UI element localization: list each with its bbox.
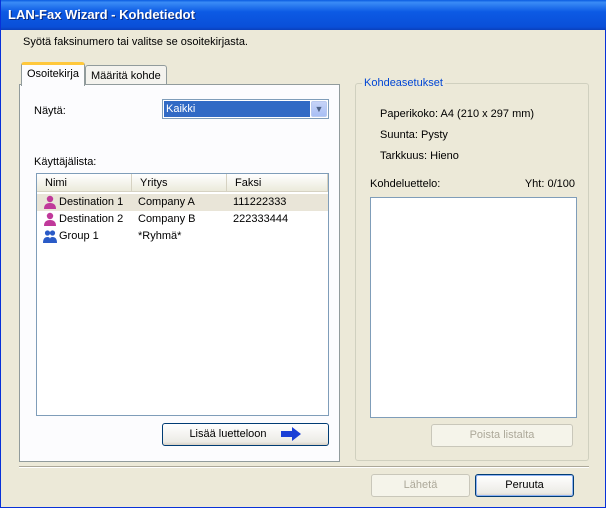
user-icon (44, 212, 56, 226)
destination-list-label: Kohdeluettelo: (370, 178, 441, 190)
user-icon (44, 195, 56, 209)
window-title: LAN-Fax Wizard - Kohdetiedot (8, 7, 195, 22)
tab-addressbook[interactable]: Osoitekirja (21, 62, 85, 86)
tab-define-destination[interactable]: Määritä kohde (85, 65, 167, 85)
chevron-down-icon[interactable]: ▼ (311, 101, 327, 117)
column-header-fax[interactable]: Faksi (227, 174, 328, 192)
row-name: Group 1 (59, 230, 99, 242)
destination-total: Yht: 0/100 (524, 178, 575, 190)
wizard-window: LAN-Fax Wizard - Kohdetiedot Syötä faksi… (0, 0, 606, 508)
paper-size-text: Paperikoko: A4 (210 x 297 mm) (380, 108, 535, 120)
add-to-list-button[interactable]: Lisää luetteloon (162, 423, 329, 446)
instruction-text: Syötä faksinumero tai valitse se osoitek… (23, 36, 248, 48)
add-to-list-button-label: Lisää luetteloon (189, 428, 267, 440)
column-header-company-label: Yritys (140, 177, 168, 189)
row-company: *Ryhmä* (138, 230, 182, 242)
user-list[interactable]: Nimi Yritys Faksi Destination 1 Company … (36, 173, 329, 416)
table-row[interactable]: Destination 2 Company B 222333444 (37, 211, 328, 228)
addressbook-panel: Näytä: Kaikki ▼ Käyttäjälista: Nimi Yrit… (19, 84, 340, 462)
cancel-button-label: Peruuta (505, 479, 544, 491)
row-fax: 111222333 (233, 196, 287, 208)
footer-divider-highlight (19, 467, 589, 468)
group-icon (43, 230, 57, 243)
tab-addressbook-label: Osoitekirja (27, 68, 79, 80)
column-header-company[interactable]: Yritys (132, 174, 227, 192)
column-header-name[interactable]: Nimi (37, 174, 132, 192)
title-bar[interactable]: LAN-Fax Wizard - Kohdetiedot (1, 0, 606, 30)
column-header-name-label: Nimi (45, 177, 67, 189)
show-select-value: Kaikki (164, 101, 310, 117)
arrow-right-icon (280, 427, 301, 442)
row-name: Destination 2 (59, 213, 124, 225)
destination-settings-title: Kohdeasetukset (362, 77, 445, 89)
destination-list[interactable] (370, 197, 577, 418)
table-row[interactable]: Destination 1 Company A 111222333 (37, 194, 328, 211)
remove-from-list-button[interactable]: Poista listalta (431, 424, 573, 447)
show-select[interactable]: Kaikki ▼ (162, 99, 329, 119)
userlist-label: Käyttäjälista: (34, 156, 97, 168)
cancel-button[interactable]: Peruuta (475, 474, 574, 497)
list-header: Nimi Yritys Faksi (37, 174, 328, 192)
send-button-label: Lähetä (403, 479, 438, 491)
show-label: Näytä: (34, 105, 66, 117)
row-fax: 222333444 (233, 213, 289, 225)
column-header-fax-label: Faksi (235, 177, 262, 189)
tab-define-destination-label: Määritä kohde (91, 70, 161, 82)
row-company: Company A (138, 196, 195, 208)
resolution-text: Tarkkuus: Hieno (380, 150, 459, 162)
destination-settings-group: Kohdeasetukset Paperikoko: A4 (210 x 297… (355, 77, 589, 461)
orientation-text: Suunta: Pysty (380, 129, 448, 141)
remove-from-list-button-label: Poista listalta (469, 429, 535, 441)
send-button[interactable]: Lähetä (371, 474, 470, 497)
row-name: Destination 1 (59, 196, 124, 208)
table-row[interactable]: Group 1 *Ryhmä* (37, 228, 328, 245)
row-company: Company B (138, 213, 196, 225)
